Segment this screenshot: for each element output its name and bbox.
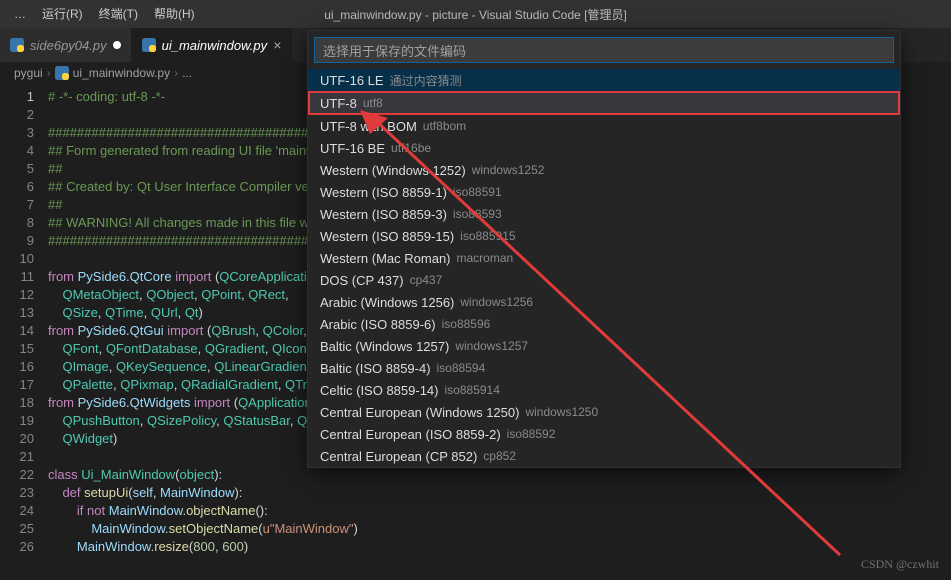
close-icon[interactable]: × xyxy=(273,37,281,53)
encoding-option[interactable]: Western (ISO 8859-3)iso88593 xyxy=(308,203,900,225)
encoding-option[interactable]: Arabic (ISO 8859-6)iso88596 xyxy=(308,313,900,335)
tab-ui-mainwindow[interactable]: ui_mainwindow.py × xyxy=(132,28,293,62)
tab-side6py04[interactable]: side6py04.py xyxy=(0,28,132,62)
encoding-option[interactable]: Central European (ISO 8859-2)iso88592 xyxy=(308,423,900,445)
chevron-right-icon: › xyxy=(174,66,178,80)
python-icon xyxy=(142,38,156,52)
breadcrumb-more[interactable]: ... xyxy=(182,66,192,80)
encoding-option[interactable]: UTF-8 with BOMutf8bom xyxy=(308,115,900,137)
encoding-option[interactable]: Celtic (ISO 8859-14)iso885914 xyxy=(308,379,900,401)
menu-run[interactable]: 运行(R) xyxy=(34,0,91,28)
python-icon xyxy=(10,38,24,52)
breadcrumb-file[interactable]: ui_mainwindow.py xyxy=(73,66,170,80)
menu-terminal[interactable]: 终端(T) xyxy=(91,0,146,28)
quickpick-input[interactable]: 选择用于保存的文件编码 xyxy=(314,37,894,63)
encoding-option[interactable]: Western (Mac Roman)macroman xyxy=(308,247,900,269)
watermark: CSDN @czwhit xyxy=(861,557,939,572)
tab-label: ui_mainwindow.py xyxy=(162,38,268,53)
encoding-option[interactable]: Arabic (Windows 1256)windows1256 xyxy=(308,291,900,313)
menu-help[interactable]: 帮助(H) xyxy=(146,0,203,28)
encoding-option[interactable]: Central European (CP 852)cp852 xyxy=(308,445,900,467)
menu-overflow[interactable]: … xyxy=(6,0,34,28)
tab-label: side6py04.py xyxy=(30,38,107,53)
quickpick-placeholder: 选择用于保存的文件编码 xyxy=(323,41,466,60)
encoding-option[interactable]: Western (ISO 8859-1)iso88591 xyxy=(308,181,900,203)
encoding-quickpick: 选择用于保存的文件编码 UTF-16 LE通过内容猜测UTF-8utf8UTF-… xyxy=(307,30,901,468)
breadcrumb-root[interactable]: pygui xyxy=(14,66,43,80)
encoding-option[interactable]: UTF-16 BEutf16be xyxy=(308,137,900,159)
encoding-option[interactable]: UTF-16 LE通过内容猜测 xyxy=(308,69,900,91)
menu-bar: … 运行(R) 终端(T) 帮助(H) xyxy=(0,0,951,28)
encoding-option[interactable]: Western (Windows 1252)windows1252 xyxy=(308,159,900,181)
chevron-right-icon: › xyxy=(47,66,51,80)
encoding-option[interactable]: Baltic (ISO 8859-4)iso88594 xyxy=(308,357,900,379)
dirty-dot-icon xyxy=(113,41,121,49)
encoding-option[interactable]: Western (ISO 8859-15)iso885915 xyxy=(308,225,900,247)
encoding-option[interactable]: Baltic (Windows 1257)windows1257 xyxy=(308,335,900,357)
quickpick-list[interactable]: UTF-16 LE通过内容猜测UTF-8utf8UTF-8 with BOMut… xyxy=(308,69,900,467)
encoding-option[interactable]: DOS (CP 437)cp437 xyxy=(308,269,900,291)
python-icon xyxy=(55,66,69,80)
line-gutter: 1234567891011121314151617181920212223242… xyxy=(0,84,48,580)
encoding-option[interactable]: Central European (Windows 1250)windows12… xyxy=(308,401,900,423)
encoding-option[interactable]: UTF-8utf8 xyxy=(308,91,900,115)
